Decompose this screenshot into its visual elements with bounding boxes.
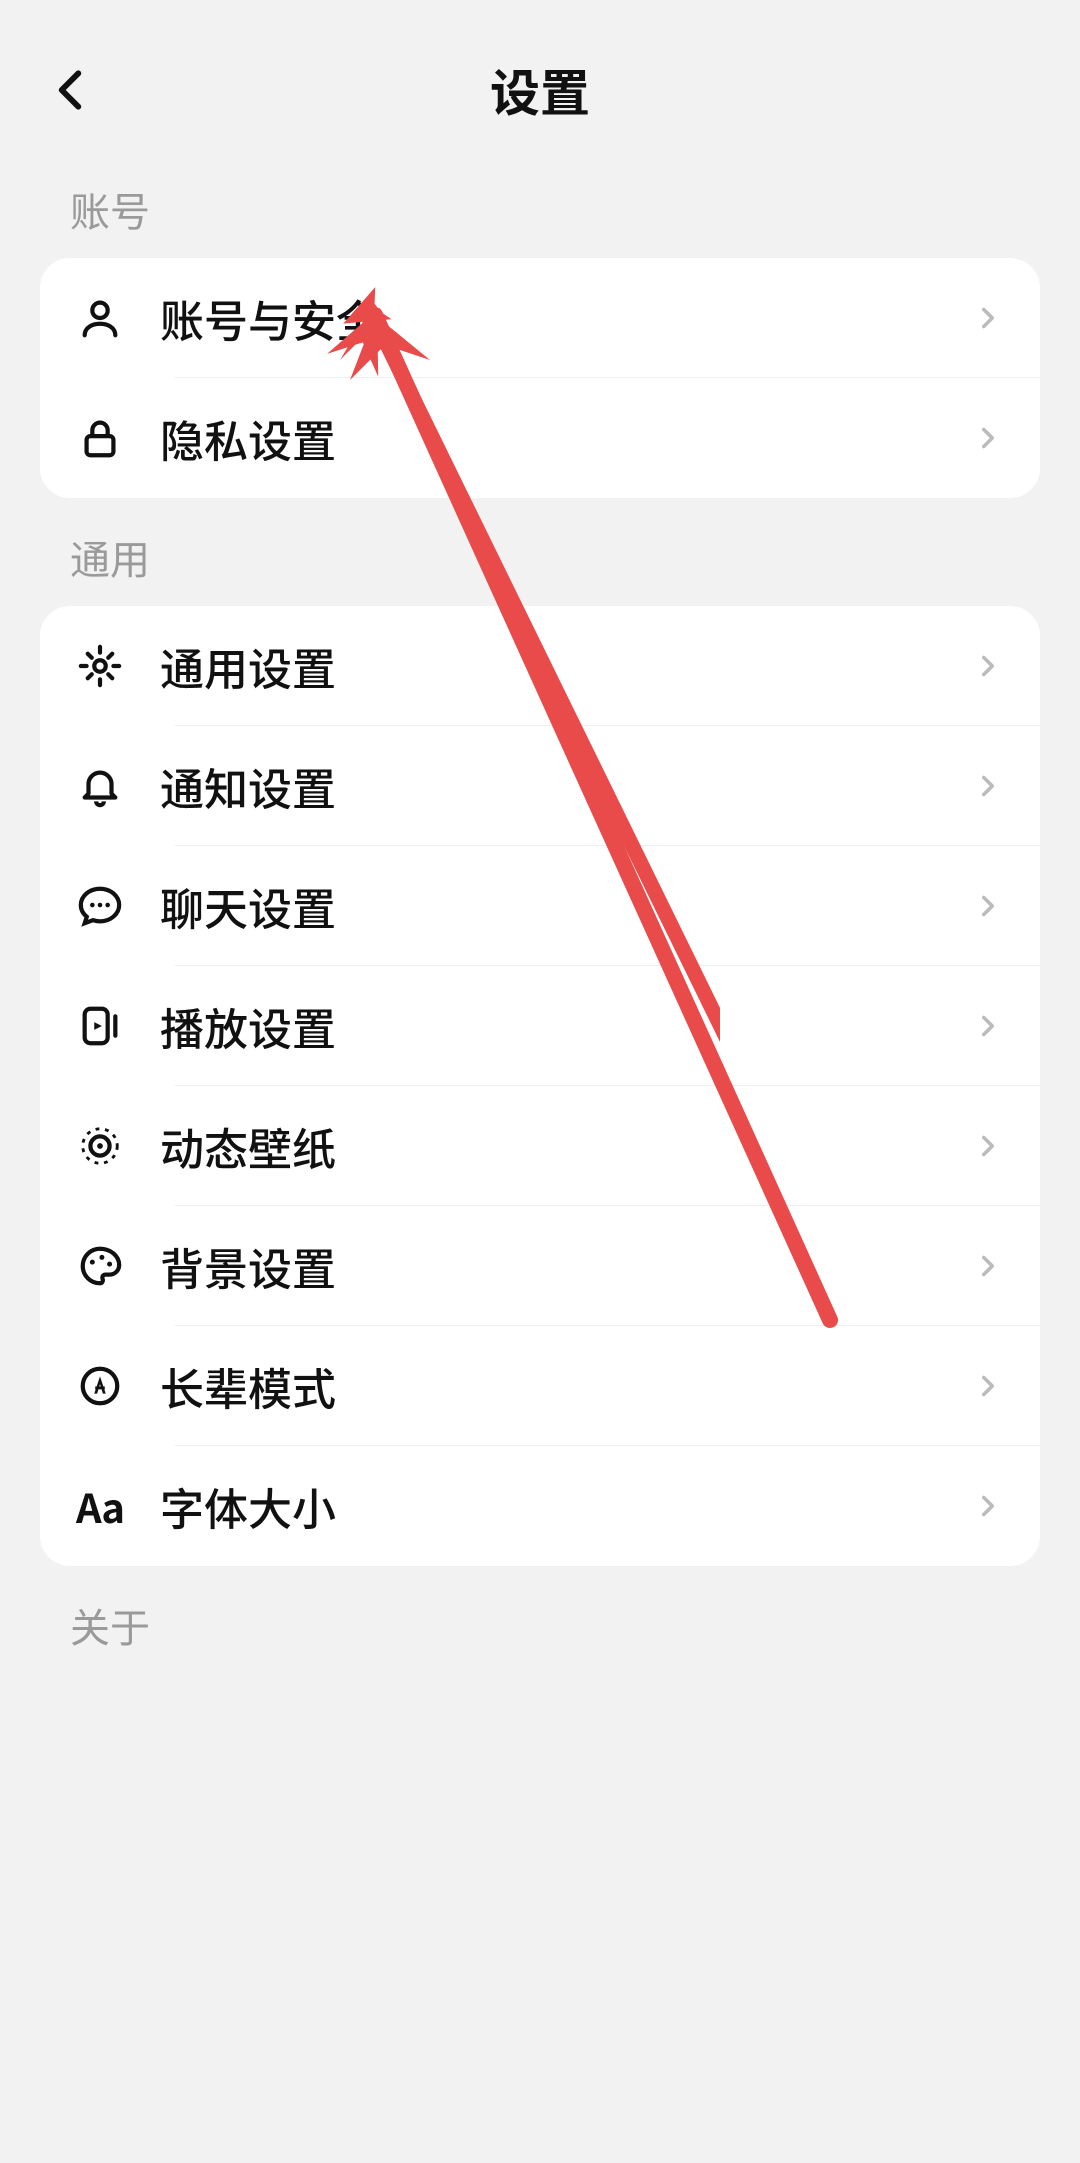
play-icon — [75, 1001, 125, 1051]
gear-icon — [75, 641, 125, 691]
header: 设置 — [0, 30, 1080, 150]
font-icon: Aa — [75, 1481, 125, 1531]
chevron-right-icon — [971, 1369, 1005, 1403]
status-bar — [0, 0, 1080, 30]
chevron-right-icon — [971, 1489, 1005, 1523]
list-item-label: 隐私设置 — [160, 406, 971, 470]
list-item-privacy[interactable]: 隐私设置 — [40, 378, 1040, 498]
list-item-label: 动态壁纸 — [160, 1114, 971, 1178]
accessibility-icon — [75, 1361, 125, 1411]
chevron-right-icon — [971, 649, 1005, 683]
list-item-label: 长辈模式 — [160, 1354, 971, 1418]
list-item-label: 字体大小 — [160, 1474, 971, 1538]
chevron-right-icon — [971, 301, 1005, 335]
list-item-elder-mode[interactable]: 长辈模式 — [40, 1326, 1040, 1446]
palette-icon — [75, 1241, 125, 1291]
list-item-account-security[interactable]: 账号与安全 — [40, 258, 1040, 378]
chevron-right-icon — [971, 889, 1005, 923]
list-item-live-wallpaper[interactable]: 动态壁纸 — [40, 1086, 1040, 1206]
list-item-general-settings[interactable]: 通用设置 — [40, 606, 1040, 726]
section-header-account: 账号 — [0, 150, 1080, 258]
chevron-right-icon — [971, 1129, 1005, 1163]
back-button[interactable] — [40, 60, 100, 120]
section-header-about: 关于 — [0, 1566, 1080, 1674]
list-item-label: 播放设置 — [160, 994, 971, 1058]
list-item-label: 通知设置 — [160, 754, 971, 818]
list-item-playback-settings[interactable]: 播放设置 — [40, 966, 1040, 1086]
general-card: 通用设置 通知设置 聊天设置 播放设置 动态壁纸 背景设置 — [40, 606, 1040, 1566]
list-item-label: 通用设置 — [160, 634, 971, 698]
list-item-label: 背景设置 — [160, 1234, 971, 1298]
page-title: 设置 — [490, 54, 590, 126]
list-item-notification-settings[interactable]: 通知设置 — [40, 726, 1040, 846]
section-header-general: 通用 — [0, 498, 1080, 606]
lock-icon — [75, 413, 125, 463]
chevron-right-icon — [971, 421, 1005, 455]
list-item-label: 账号与安全 — [160, 286, 971, 350]
chat-icon — [75, 881, 125, 931]
chevron-right-icon — [971, 1249, 1005, 1283]
user-icon — [75, 293, 125, 343]
account-card: 账号与安全 隐私设置 — [40, 258, 1040, 498]
chevron-right-icon — [971, 1009, 1005, 1043]
list-item-label: 聊天设置 — [160, 874, 971, 938]
chevron-left-icon — [45, 65, 95, 115]
list-item-chat-settings[interactable]: 聊天设置 — [40, 846, 1040, 966]
list-item-background-settings[interactable]: 背景设置 — [40, 1206, 1040, 1326]
chevron-right-icon — [971, 769, 1005, 803]
wallpaper-icon — [75, 1121, 125, 1171]
list-item-font-size[interactable]: Aa 字体大小 — [40, 1446, 1040, 1566]
bell-icon — [75, 761, 125, 811]
